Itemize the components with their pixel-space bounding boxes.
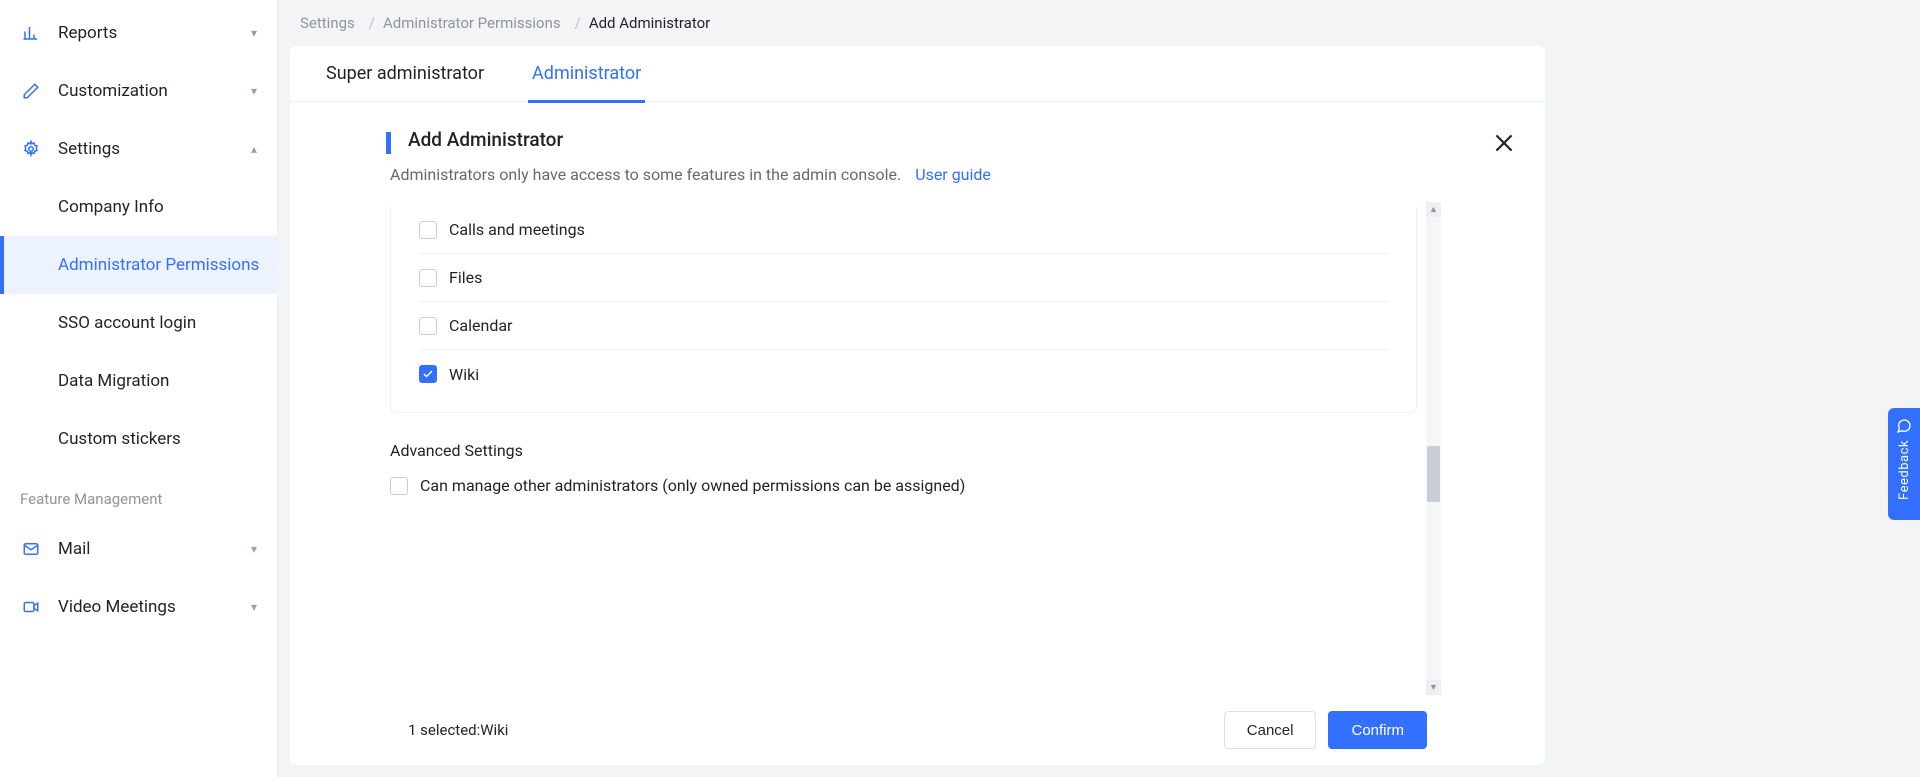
breadcrumb-separator: /: [369, 14, 375, 32]
main-column: Settings / Administrator Permissions / A…: [278, 0, 1557, 777]
sidebar-section-label: Feature Management: [0, 468, 277, 520]
breadcrumb-item[interactable]: Administrator Permissions: [383, 14, 561, 32]
sidebar-sub-sso[interactable]: SSO account login: [0, 294, 277, 352]
video-icon: [20, 596, 42, 618]
chevron-down-icon: ▾: [251, 84, 257, 98]
panel-subtitle-text: Administrators only have access to some …: [390, 165, 901, 184]
permission-label: Files: [449, 268, 482, 287]
scrollbar[interactable]: ▲ ▼: [1426, 202, 1441, 695]
sidebar-label: Video Meetings: [58, 597, 176, 617]
panel-content: Add Administrator Administrators only ha…: [290, 102, 1545, 765]
sidebar-item-settings[interactable]: Settings ▴: [0, 120, 277, 178]
sidebar-label: Mail: [58, 539, 90, 559]
checkbox-calls-meetings[interactable]: [419, 221, 437, 239]
checkbox-wiki[interactable]: [419, 365, 437, 383]
sidebar-item-video-meetings[interactable]: Video Meetings ▾: [0, 578, 277, 636]
chevron-down-icon: ▾: [251, 600, 257, 614]
permission-label: Calls and meetings: [449, 220, 585, 239]
pencil-icon: [20, 80, 42, 102]
chevron-down-icon: ▾: [251, 542, 257, 556]
sidebar: Reports ▾ Customization ▾ Settings ▴ Com…: [0, 0, 278, 777]
tab-label: Super administrator: [326, 63, 484, 84]
sidebar-label: Settings: [58, 139, 120, 159]
scroll-down-icon[interactable]: ▼: [1426, 680, 1441, 695]
sidebar-sub-label: Company Info: [58, 197, 164, 217]
permissions-group: Calls and meetings Files C: [390, 206, 1417, 413]
sidebar-sub-company-info[interactable]: Company Info: [0, 178, 277, 236]
panel-header: Add Administrator Administrators only ha…: [290, 102, 1545, 202]
tabs: Super administrator Administrator: [290, 46, 1545, 102]
scroll-up-icon[interactable]: ▲: [1426, 202, 1441, 217]
cancel-button[interactable]: Cancel: [1224, 711, 1317, 749]
permission-label: Calendar: [449, 316, 512, 335]
checkbox-files[interactable]: [419, 269, 437, 287]
feedback-label: Feedback: [1897, 440, 1912, 500]
sidebar-sub-label: Data Migration: [58, 371, 169, 391]
permission-row[interactable]: Calls and meetings: [419, 206, 1388, 254]
app-layout: Reports ▾ Customization ▾ Settings ▴ Com…: [0, 0, 1557, 777]
sidebar-item-mail[interactable]: Mail ▾: [0, 520, 277, 578]
permission-row[interactable]: Files: [419, 254, 1388, 302]
sidebar-label: Reports: [58, 23, 117, 43]
sidebar-sub-label: Custom stickers: [58, 429, 181, 449]
bar-chart-icon: [20, 22, 42, 44]
tab-super-administrator[interactable]: Super administrator: [320, 46, 490, 102]
sidebar-item-reports[interactable]: Reports ▾: [0, 4, 277, 62]
permission-row[interactable]: Wiki: [419, 350, 1388, 398]
sidebar-item-customization[interactable]: Customization ▾: [0, 62, 277, 120]
user-guide-link[interactable]: User guide: [915, 165, 991, 184]
checkbox-calendar[interactable]: [419, 317, 437, 335]
panel-footer: 1 selected:Wiki Cancel Confirm: [290, 695, 1545, 765]
mail-icon: [20, 538, 42, 560]
sidebar-sub-label: SSO account login: [58, 313, 196, 333]
sidebar-sub-admin-permissions[interactable]: Administrator Permissions: [0, 236, 277, 294]
sidebar-sub-data-migration[interactable]: Data Migration: [0, 352, 277, 410]
advanced-can-manage-label: Can manage other administrators (only ow…: [420, 476, 965, 495]
advanced-settings-heading: Advanced Settings: [390, 441, 1445, 460]
gear-icon: [20, 138, 42, 160]
breadcrumb-current: Add Administrator: [589, 14, 710, 32]
panel-title: Add Administrator: [390, 128, 1445, 151]
content-card: Super administrator Administrator Add Ad…: [290, 46, 1545, 765]
selected-summary: 1 selected:Wiki: [408, 721, 508, 739]
accent-bar: [386, 132, 391, 154]
tab-administrator[interactable]: Administrator: [526, 46, 647, 102]
sidebar-sub-label: Administrator Permissions: [58, 255, 259, 275]
permission-label: Wiki: [449, 365, 479, 384]
checkbox-can-manage[interactable]: [390, 477, 408, 495]
feedback-tab[interactable]: Feedback: [1888, 408, 1920, 520]
form-scroll-area: ▲ ▼ Calls and meetings: [290, 202, 1545, 695]
sidebar-label: Customization: [58, 81, 168, 101]
chevron-up-icon: ▴: [251, 142, 257, 156]
breadcrumb: Settings / Administrator Permissions / A…: [278, 0, 1557, 46]
advanced-can-manage-row[interactable]: Can manage other administrators (only ow…: [390, 476, 1445, 495]
permission-row[interactable]: Calendar: [419, 302, 1388, 350]
chevron-down-icon: ▾: [251, 26, 257, 40]
breadcrumb-item[interactable]: Settings: [300, 14, 355, 32]
confirm-button[interactable]: Confirm: [1328, 711, 1427, 749]
tab-label: Administrator: [532, 63, 641, 84]
panel-subtitle-row: Administrators only have access to some …: [390, 165, 1445, 184]
breadcrumb-separator: /: [575, 14, 581, 32]
scroll-thumb[interactable]: [1427, 446, 1440, 502]
sidebar-sub-custom-stickers[interactable]: Custom stickers: [0, 410, 277, 468]
feedback-icon: [1896, 418, 1912, 434]
